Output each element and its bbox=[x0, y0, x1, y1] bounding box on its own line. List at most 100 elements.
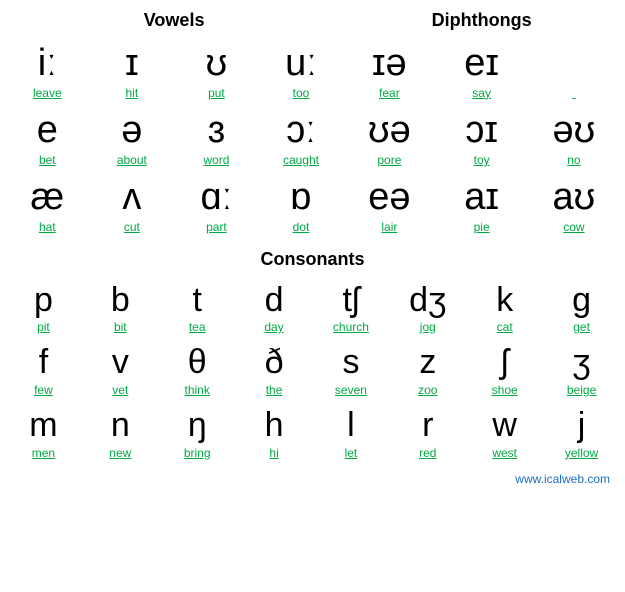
ipa-cell: ɔː caught bbox=[259, 106, 344, 173]
ipa-word: bring bbox=[184, 446, 211, 460]
ipa-word: caught bbox=[283, 153, 319, 167]
vowels-grid: iː leave ɪ hit ʊ put uː too e bbox=[5, 39, 343, 241]
ipa-cell: g get bbox=[543, 278, 620, 341]
ipa-cell: aʊ cow bbox=[528, 173, 620, 240]
ipa-cell: d day bbox=[236, 278, 313, 341]
ipa-symbol: w bbox=[492, 407, 517, 444]
ipa-word: word bbox=[203, 153, 229, 167]
ipa-word: leave bbox=[33, 86, 62, 100]
ipa-symbol: æ bbox=[30, 177, 64, 219]
ipa-cell: r red bbox=[389, 403, 466, 466]
ipa-word: put bbox=[208, 86, 225, 100]
ipa-symbol bbox=[569, 43, 580, 85]
ipa-cell: m men bbox=[5, 403, 82, 466]
ipa-cell: f few bbox=[5, 340, 82, 403]
ipa-symbol: ʃ bbox=[501, 344, 509, 381]
ipa-word: the bbox=[266, 383, 283, 397]
ipa-word: no bbox=[567, 153, 580, 167]
ipa-cell: b bit bbox=[82, 278, 159, 341]
ipa-cell: ɪ hit bbox=[90, 39, 175, 106]
ipa-symbol: h bbox=[265, 407, 284, 444]
ipa-cell: eə lair bbox=[343, 173, 435, 240]
ipa-cell: t tea bbox=[159, 278, 236, 341]
ipa-word: fear bbox=[379, 86, 400, 100]
ipa-cell: p pit bbox=[5, 278, 82, 341]
ipa-word: pore bbox=[377, 153, 401, 167]
ipa-symbol: p bbox=[34, 282, 53, 319]
ipa-symbol: ɔɪ bbox=[465, 110, 498, 152]
ipa-cell: ʒ beige bbox=[543, 340, 620, 403]
ipa-symbol: ɑː bbox=[201, 177, 233, 219]
diphthongs-grid: ɪə fear eɪ say ʊə pore ɔɪ bbox=[343, 39, 620, 241]
ipa-cell: l let bbox=[313, 403, 390, 466]
ipa-word: men bbox=[32, 446, 55, 460]
ipa-symbol: əʊ bbox=[553, 110, 596, 152]
ipa-symbol: θ bbox=[188, 344, 207, 381]
ipa-cell: aɪ pie bbox=[436, 173, 528, 240]
ipa-cell: w west bbox=[466, 403, 543, 466]
consonants-grid: p pit b bit t tea d day tʃ church dʒ jog bbox=[5, 278, 620, 466]
diphthongs-title: Diphthongs bbox=[343, 10, 620, 31]
ipa-cell: s seven bbox=[313, 340, 390, 403]
ipa-word: say bbox=[472, 86, 491, 100]
consonants-title: Consonants bbox=[5, 249, 620, 270]
ipa-symbol: ð bbox=[265, 344, 284, 381]
ipa-symbol: ɜ bbox=[208, 110, 225, 152]
ipa-word: new bbox=[109, 446, 131, 460]
ipa-word: think bbox=[185, 383, 210, 397]
ipa-symbol: ʒ bbox=[572, 344, 591, 381]
ipa-symbol: ɪə bbox=[372, 43, 407, 85]
ipa-word: cat bbox=[497, 320, 513, 334]
ipa-symbol: e bbox=[37, 110, 58, 152]
ipa-word: bit bbox=[114, 320, 127, 334]
consonants-section: Consonants p pit b bit t tea d day tʃ ch… bbox=[5, 249, 620, 466]
ipa-word: tea bbox=[189, 320, 206, 334]
ipa-cell: ɑː part bbox=[174, 173, 259, 240]
ipa-word: dot bbox=[293, 220, 310, 234]
ipa-symbol: g bbox=[572, 282, 591, 319]
ipa-word: red bbox=[419, 446, 436, 460]
ipa-symbol: ʊ bbox=[206, 43, 228, 85]
ipa-cell: ŋ bring bbox=[159, 403, 236, 466]
ipa-cell: j yellow bbox=[543, 403, 620, 466]
ipa-symbol: d bbox=[265, 282, 284, 319]
ipa-symbol: s bbox=[342, 344, 359, 381]
ipa-cell: tʃ church bbox=[313, 278, 390, 341]
ipa-word: let bbox=[345, 446, 358, 460]
ipa-cell: ɔɪ toy bbox=[436, 106, 528, 173]
ipa-word: part bbox=[206, 220, 227, 234]
ipa-word: jog bbox=[420, 320, 436, 334]
ipa-symbol: m bbox=[29, 407, 57, 444]
ipa-cell: z zoo bbox=[389, 340, 466, 403]
ipa-word: west bbox=[492, 446, 517, 460]
ipa-symbol: ə bbox=[121, 110, 142, 152]
ipa-cell: ɜ word bbox=[174, 106, 259, 173]
ipa-word: cut bbox=[124, 220, 140, 234]
ipa-word: cow bbox=[563, 220, 584, 234]
ipa-word: get bbox=[573, 320, 590, 334]
top-sections: Vowels iː leave ɪ hit ʊ put uː too bbox=[5, 10, 620, 241]
ipa-cell: n new bbox=[82, 403, 159, 466]
ipa-symbol: dʒ bbox=[409, 282, 446, 319]
ipa-word bbox=[572, 86, 575, 100]
ipa-word: pie bbox=[474, 220, 490, 234]
ipa-symbol: l bbox=[347, 407, 355, 444]
ipa-cell: ʊə pore bbox=[343, 106, 435, 173]
ipa-symbol: j bbox=[578, 407, 586, 444]
ipa-symbol: uː bbox=[285, 43, 317, 85]
ipa-word: yellow bbox=[565, 446, 598, 460]
website-link[interactable]: www.icalweb.com bbox=[515, 472, 610, 486]
ipa-word: seven bbox=[335, 383, 367, 397]
ipa-symbol: k bbox=[496, 282, 513, 319]
ipa-symbol: z bbox=[419, 344, 436, 381]
ipa-cell: ɒ dot bbox=[259, 173, 344, 240]
ipa-symbol: iː bbox=[38, 43, 57, 85]
ipa-word: beige bbox=[567, 383, 596, 397]
ipa-symbol: ʌ bbox=[122, 177, 141, 219]
ipa-symbol: r bbox=[422, 407, 433, 444]
ipa-cell: ʃ shoe bbox=[466, 340, 543, 403]
ipa-symbol: eɪ bbox=[464, 43, 499, 85]
ipa-cell: v vet bbox=[82, 340, 159, 403]
ipa-cell: e bet bbox=[5, 106, 90, 173]
ipa-word: lair bbox=[381, 220, 397, 234]
